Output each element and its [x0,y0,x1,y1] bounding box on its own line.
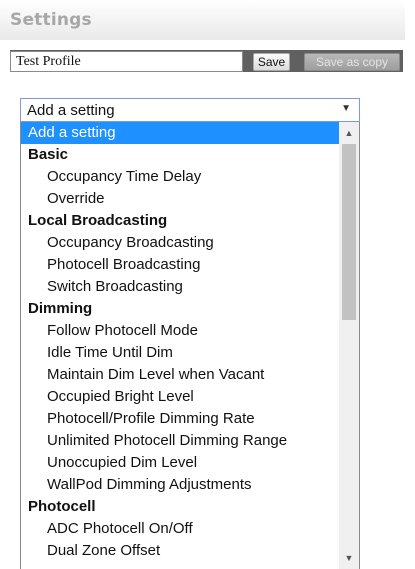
option-item[interactable]: Add a setting [21,122,339,144]
option-item[interactable]: WallPod Dimming Adjustments [21,474,339,496]
option-item[interactable]: Occupancy Broadcasting [21,232,339,254]
option-item[interactable]: Maintain Dim Level when Vacant [21,364,339,386]
option-group-label: Local Broadcasting [28,212,168,229]
option-item[interactable]: Unlimited Photocell Dimming Range [21,430,339,452]
add-setting-select[interactable]: Add a setting ▼ [20,98,360,122]
option-group-label: Basic [28,146,69,163]
select-value: Add a setting [27,102,115,119]
settings-header: Settings [0,0,405,40]
scroll-up-icon[interactable]: ▲ [339,124,359,142]
option-item[interactable]: Unoccupied Dim Level [21,452,339,474]
save-as-copy-button[interactable]: Save as copy [304,53,400,71]
option-item[interactable]: Photocell Broadcasting [21,254,339,276]
setting-options-list[interactable]: Dual Zone Offset ADC Photocell On/Off Phot… [20,122,360,569]
scroll-down-icon[interactable]: ▼ [339,549,359,567]
save-button[interactable]: Save [253,53,290,71]
scroll-thumb[interactable] [342,144,356,320]
option-item[interactable]: Occupied Bright Level [21,386,339,408]
option-item[interactable]: Override [21,188,339,210]
option-group-label: Photocell [28,498,96,515]
option-item[interactable]: Idle Time Until Dim [21,342,339,364]
settings-title: Settings [10,10,92,30]
option-item[interactable]: Photocell/Profile Dimming Rate [21,408,339,430]
chevron-down-icon: ▼ [341,103,351,114]
profile-name-input[interactable] [10,51,243,72]
option-item[interactable]: Follow Photocell Mode [21,320,339,342]
scrollbar[interactable]: ▲ ▼ [339,122,359,569]
option-group-label: Dimming [28,300,93,317]
option-item[interactable]: Occupancy Time Delay [21,166,339,188]
option-item[interactable]: Switch Broadcasting [21,276,339,298]
option-item[interactable]: Dual Zone Offset [21,540,339,562]
option-item[interactable]: ADC Photocell On/Off [21,518,339,540]
